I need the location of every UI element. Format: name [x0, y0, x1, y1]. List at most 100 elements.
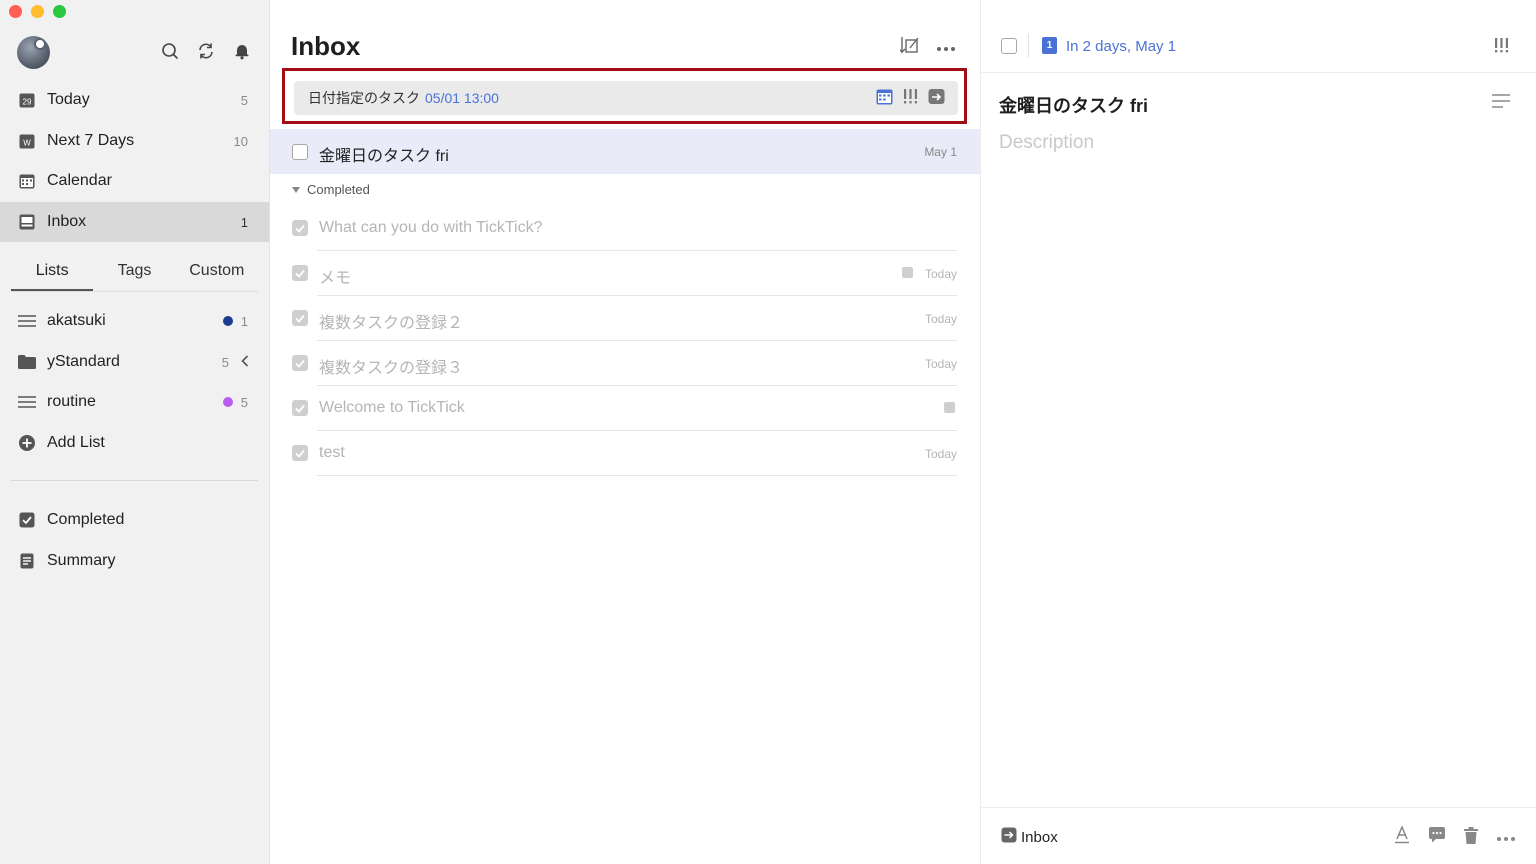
minimize-window-button[interactable]: [31, 5, 44, 18]
sidebar-divider: [11, 480, 258, 481]
add-task-text: 日付指定のタスク: [308, 90, 420, 106]
bell-icon[interactable]: [232, 41, 252, 61]
sidebar-item-ystandard[interactable]: yStandard 5: [0, 342, 269, 382]
inbox-icon: [1001, 827, 1017, 847]
due-date-button[interactable]: In 2 days, May 1: [1066, 38, 1176, 55]
task-checkbox[interactable]: [292, 144, 308, 160]
add-task-input[interactable]: 日付指定のタスク 05/01 13:00: [294, 81, 958, 115]
sidebar-item-summary[interactable]: Summary: [0, 541, 269, 581]
page-title: Inbox: [291, 31, 361, 61]
list-icon: [18, 312, 36, 330]
checked-checkbox-icon[interactable]: [292, 310, 308, 326]
tab-tags[interactable]: Tags: [93, 252, 175, 291]
chevron-left-icon[interactable]: [241, 354, 249, 371]
completed-section-toggle[interactable]: Completed: [292, 182, 370, 197]
detail-header: 1 In 2 days, May 1: [981, 0, 1536, 73]
task-row-selected[interactable]: 金曜日のタスク fri May 1: [270, 129, 980, 174]
list-color-dot: [223, 316, 233, 326]
calendar-icon: [18, 172, 36, 190]
summary-icon: [18, 552, 36, 570]
chevron-down-icon: [292, 186, 300, 193]
priority-icon[interactable]: [902, 88, 919, 108]
detail-footer: Inbox: [981, 807, 1536, 864]
comment-icon[interactable]: [1428, 827, 1446, 848]
completed-task-row[interactable]: What can you do with TickTick?: [270, 206, 980, 251]
close-window-button[interactable]: [9, 5, 22, 18]
priority-icon[interactable]: [1493, 37, 1510, 59]
move-to-list-icon[interactable]: [928, 88, 945, 108]
more-icon[interactable]: [1496, 829, 1516, 847]
count-badge: 5: [240, 394, 248, 410]
completed-task-row[interactable]: 複数タスクの登録２ Today: [270, 296, 980, 341]
checked-checkbox-icon[interactable]: [292, 445, 308, 461]
font-icon[interactable]: [1394, 825, 1410, 849]
task-due-date: Today: [924, 447, 957, 461]
sidebar: 29 Today 5 W Next 7 Days 10 Calendar Inb…: [0, 0, 270, 864]
sidebar-item-calendar[interactable]: Calendar: [0, 161, 269, 201]
task-title: 複数タスクの登録３: [319, 360, 464, 377]
plus-circle-icon: [18, 434, 36, 452]
detail-actions: [1394, 825, 1516, 849]
sort-icon[interactable]: [898, 36, 920, 59]
completed-task-row[interactable]: 複数タスクの登録３ Today: [270, 341, 980, 386]
sidebar-item-next-7-days[interactable]: W Next 7 Days 10: [0, 121, 269, 161]
sidebar-item-routine[interactable]: routine 5: [0, 382, 269, 422]
highlight-frame: 日付指定のタスク 05/01 13:00: [282, 68, 967, 124]
completed-task-row[interactable]: メモ Today: [270, 251, 980, 296]
sidebar-item-inbox[interactable]: Inbox 1: [0, 202, 269, 242]
folder-icon: [18, 353, 36, 371]
checked-checkbox-icon[interactable]: [292, 400, 308, 416]
sidebar-item-label: Completed: [47, 511, 125, 528]
svg-text:29: 29: [23, 98, 32, 107]
tab-lists[interactable]: Lists: [11, 252, 94, 291]
sync-icon[interactable]: [196, 41, 216, 61]
sidebar-item-label: Next 7 Days: [47, 132, 135, 149]
list-selector[interactable]: Inbox: [1001, 827, 1058, 847]
list-label: yStandard: [47, 353, 120, 370]
note-icon: [944, 402, 955, 413]
list-label: routine: [47, 393, 96, 410]
checked-checkbox-icon[interactable]: [292, 355, 308, 371]
count-badge: 1: [240, 214, 248, 230]
text-format-icon[interactable]: [1492, 94, 1510, 113]
trash-icon[interactable]: [1464, 826, 1478, 849]
tab-custom[interactable]: Custom: [176, 252, 258, 291]
sidebar-item-completed[interactable]: Completed: [0, 500, 269, 540]
detail-checkbox[interactable]: [1001, 38, 1017, 54]
task-list-panel: Inbox 日付指定のタスク 05/01 13:00 金曜日のタスク fri M…: [270, 0, 981, 864]
completed-task-row[interactable]: test Today: [270, 431, 980, 476]
completed-task-row[interactable]: Welcome to TickTick: [270, 386, 980, 431]
checked-checkbox-icon[interactable]: [292, 220, 308, 236]
window-controls: [9, 5, 66, 18]
sidebar-item-today[interactable]: 29 Today 5: [0, 80, 269, 120]
calendar-icon[interactable]: 1: [1042, 37, 1057, 54]
sidebar-item-akatsuki[interactable]: akatsuki 1: [0, 301, 269, 341]
count-badge: 5: [240, 92, 248, 108]
avatar[interactable]: [17, 36, 50, 69]
list-name: Inbox: [1021, 828, 1058, 846]
sidebar-item-label: Summary: [47, 552, 116, 569]
task-title: test: [319, 444, 345, 461]
task-title: 金曜日のタスク fri: [319, 148, 449, 165]
count-badge: 10: [233, 133, 248, 149]
divider: [1028, 34, 1029, 58]
list-toolbar: [898, 36, 956, 59]
detail-task-title[interactable]: 金曜日のタスク fri: [999, 92, 1148, 118]
calendar-icon[interactable]: [876, 88, 893, 108]
description-field[interactable]: Description: [999, 132, 1094, 154]
task-title: メモ: [319, 270, 352, 287]
row-divider: [317, 475, 957, 476]
completed-section-label: Completed: [307, 182, 370, 197]
task-title: 複数タスクの登録２: [319, 315, 464, 332]
task-title: What can you do with TickTick?: [319, 219, 543, 236]
add-task-options: [876, 88, 945, 108]
maximize-window-button[interactable]: [53, 5, 66, 18]
add-list-button[interactable]: Add List: [0, 423, 269, 463]
checked-checkbox-icon[interactable]: [292, 265, 308, 281]
count-badge: 5: [221, 354, 229, 370]
checkbox-icon: [18, 511, 36, 529]
task-due-date: Today: [924, 267, 957, 281]
svg-text:W: W: [23, 139, 31, 148]
search-icon[interactable]: [160, 41, 180, 61]
more-icon[interactable]: [936, 39, 956, 57]
